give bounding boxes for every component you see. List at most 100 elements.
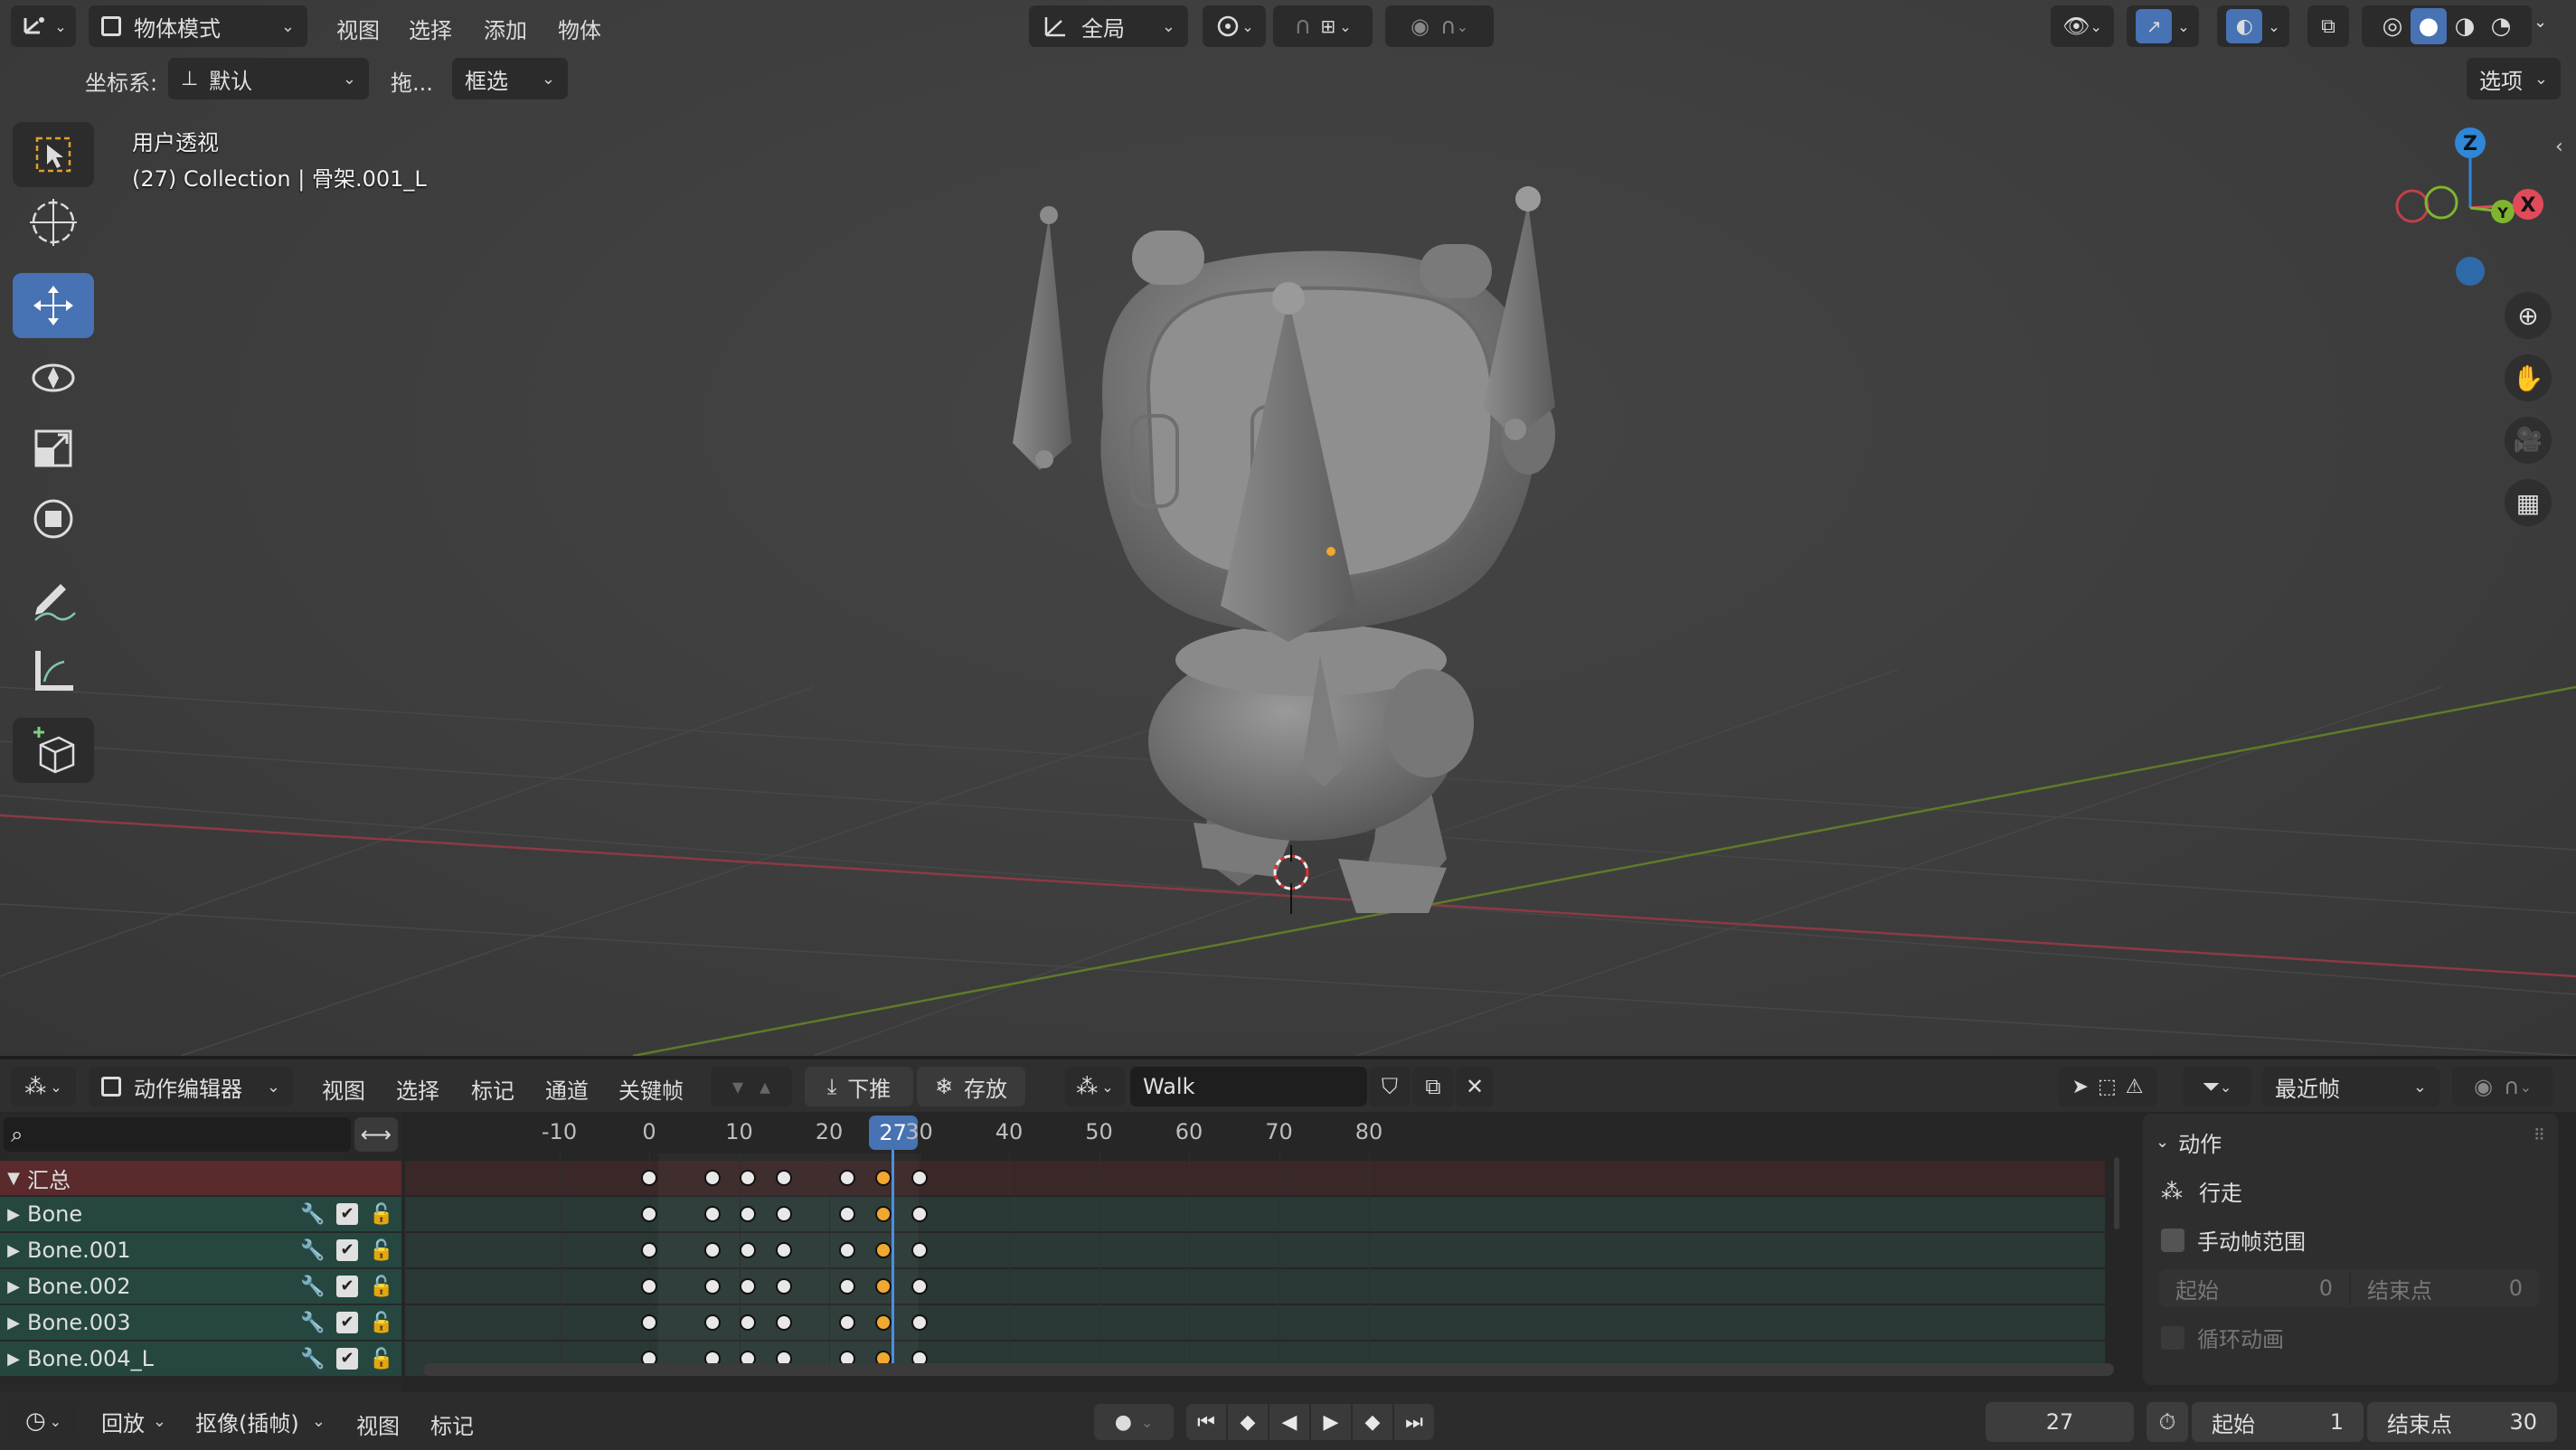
auto-keying-button[interactable]: ● ⌄ [1094,1404,1174,1440]
keyframe[interactable] [641,1314,657,1331]
new-action-button[interactable]: ⧉ [1412,1067,1454,1106]
robot-model[interactable] [995,118,1628,931]
keyframe[interactable] [911,1206,928,1222]
play-reverse-button[interactable]: ◀ [1269,1404,1309,1440]
lock-icon[interactable]: 🔓 [369,1312,393,1334]
action-name-field[interactable]: Walk [1130,1067,1367,1106]
keyframe[interactable] [703,1314,721,1331]
fake-user-button[interactable]: ⛉ [1369,1067,1411,1106]
keyframe[interactable] [911,1278,928,1295]
channel-row[interactable]: ▶ Bone 🔧 ✔ 🔓 [0,1197,401,1231]
push-down-button[interactable]: ⤓ 下推 [805,1067,913,1106]
sidebar-toggle-icon[interactable]: ‹ [2555,136,2563,158]
keyframe[interactable] [874,1314,892,1331]
pivot-point-button[interactable]: ⌄ [1203,5,1266,47]
channel-search-input[interactable]: ⌕ [4,1117,351,1152]
tool-annotate[interactable] [13,566,94,631]
keyframe[interactable] [838,1170,855,1186]
keyframe[interactable] [838,1242,855,1258]
keying-menu[interactable]: 抠像(插帧) ⌄ [183,1401,338,1441]
editor-mode-dropdown[interactable]: 动作编辑器 ⌄ [89,1067,293,1106]
keyframe[interactable] [641,1206,657,1222]
channel-row-summary[interactable]: ▼ 汇总 [0,1161,401,1195]
modifier-wrench-icon[interactable]: 🔧 [300,1312,325,1334]
keyframe[interactable] [740,1170,757,1186]
snap-button[interactable]: ∩ ⊞ ⌄ [1273,5,1373,47]
visibility-button[interactable]: 👁 ⌄ [2051,5,2114,47]
footer-menu-view[interactable]: 视图 [356,1408,400,1440]
filter-button[interactable]: ⏷ ⌄ [2183,1067,2251,1106]
menu-marker[interactable]: 标记 [471,1073,514,1105]
collapse-triangle-icon[interactable]: ▼ [0,1169,27,1188]
lock-icon[interactable]: 🔓 [369,1276,393,1298]
keyframe[interactable] [740,1278,757,1295]
play-button[interactable]: ▶ [1311,1404,1351,1440]
menu-select[interactable]: 选择 [396,1073,439,1105]
show-hidden-icon[interactable]: ⬚ [2098,1076,2117,1098]
editor-type-button[interactable]: ⁂ ⌄ [11,1067,76,1106]
expand-triangle-icon[interactable]: ▶ [0,1350,27,1369]
coord-system-dropdown[interactable]: ⊥ 默认 ⌄ [168,58,369,99]
manual-range-checkbox-row[interactable]: 手动帧范围 [2161,1224,2306,1256]
tool-transform[interactable] [13,486,94,551]
range-start-field[interactable]: 起始 0 [2159,1273,2349,1304]
navigation-gizmo[interactable]: Z Y X [2387,118,2550,298]
expand-triangle-icon[interactable]: ▶ [0,1241,27,1260]
tool-cursor[interactable] [13,190,94,255]
channel-row[interactable]: ▶ Bone.003 🔧 ✔ 🔓 [0,1305,401,1340]
overlays-toggle[interactable]: ◐ ⌄ [2217,5,2289,47]
menu-add[interactable]: 添加 [484,13,527,44]
keyframe[interactable] [874,1170,892,1186]
menu-view[interactable]: 视图 [322,1073,365,1105]
menu-channel[interactable]: 通道 [545,1073,589,1105]
gizmo-toggle[interactable]: ↗ ⌄ [2127,5,2199,47]
mute-checkbox[interactable]: ✔ [336,1276,358,1297]
keyframe[interactable] [911,1170,928,1186]
shading-dropdown-icon[interactable]: ⌄ [2534,13,2547,32]
preview-range-button[interactable]: ⏱ [2147,1402,2188,1442]
warning-icon[interactable]: ⚠ [2126,1076,2144,1098]
snap-dropdown[interactable]: 最近帧 ⌄ [2262,1067,2439,1106]
camera-icon[interactable]: 🎥 [2505,417,2552,464]
prev-keyframe-button[interactable]: ◆ [1228,1404,1268,1440]
browse-action-button[interactable]: ⁂ ⌄ [1065,1067,1125,1106]
options-dropdown[interactable]: 选项 ⌄ [2467,58,2561,99]
rendered-shading-icon[interactable]: ◔ [2483,13,2519,40]
keyframe-area[interactable]: 27 -10 0 10 20 30 40 50 60 70 80 [405,1112,2119,1392]
range-end-field[interactable]: 结束点 0 [2349,1272,2539,1304]
transform-orientation-dropdown[interactable]: 全局 ⌄ [1029,5,1188,47]
unlink-action-button[interactable]: ✕ [1456,1067,1494,1106]
keyframe[interactable] [703,1206,721,1222]
proportional-edit-button[interactable]: ◉ ∩ ⌄ [2452,1067,2553,1106]
xray-toggle[interactable]: ⧉ [2307,5,2349,47]
manual-range-checkbox[interactable] [2161,1228,2184,1252]
material-shading-icon[interactable]: ◑ [2447,13,2483,40]
modifier-wrench-icon[interactable]: 🔧 [300,1203,325,1226]
keyframe[interactable] [740,1314,757,1331]
next-keyframe-button[interactable]: ◆ [1353,1404,1392,1440]
cyclic-checkbox-row[interactable]: 循环动画 [2161,1322,2284,1353]
keyframe[interactable] [641,1278,657,1295]
keyframe[interactable] [838,1314,855,1331]
tool-select-box[interactable] [13,122,94,187]
menu-object[interactable]: 物体 [558,13,601,44]
select-mode-dropdown[interactable]: 框选 ⌄ [452,58,568,99]
panel-header[interactable]: ⌄ 动作 [2156,1126,2222,1158]
frame-end-field[interactable]: 结束点 30 [2367,1402,2557,1442]
keyframe[interactable] [911,1242,928,1258]
modifier-wrench-icon[interactable]: 🔧 [300,1239,325,1262]
jump-end-button[interactable]: ⏭ [1394,1404,1434,1440]
keyframe[interactable] [838,1278,855,1295]
keyframe[interactable] [776,1314,793,1331]
keyframe[interactable] [740,1242,757,1258]
keyframe[interactable] [776,1170,793,1186]
keyframe[interactable] [641,1170,657,1186]
channel-row[interactable]: ▶ Bone.002 🔧 ✔ 🔓 [0,1269,401,1304]
solid-shading-icon[interactable]: ● [2411,8,2447,44]
wireframe-shading-icon[interactable]: ◎ [2374,13,2411,40]
stash-button[interactable]: ❄ 存放 [917,1067,1025,1106]
menu-key[interactable]: 关键帧 [618,1073,684,1105]
lock-icon[interactable]: 🔓 [369,1348,393,1370]
current-frame-field[interactable]: 27 [1986,1402,2134,1442]
tool-rotate[interactable] [13,345,94,410]
